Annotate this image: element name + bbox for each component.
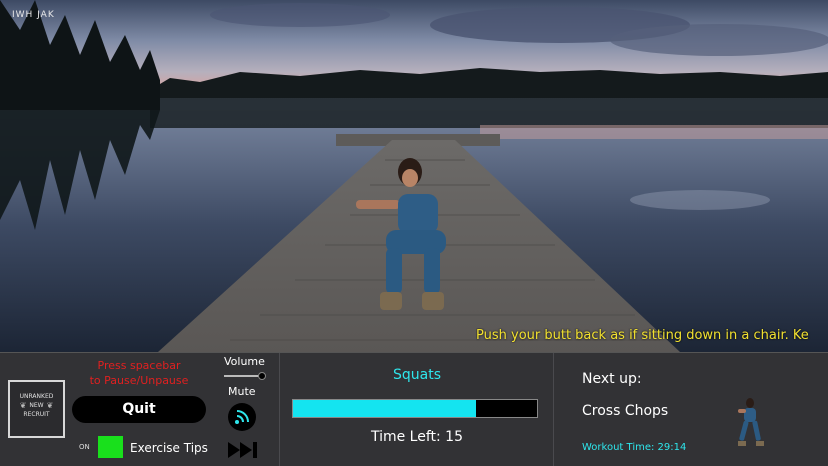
volume-slider-handle[interactable] xyxy=(258,372,266,380)
wing-right-icon: ❦ xyxy=(46,401,54,410)
rank-badge: UNRANKED ❦ NEW ❦ RECRUIT xyxy=(8,380,65,438)
workout-time: Workout Time: 29:14 xyxy=(582,442,687,453)
mute-button[interactable] xyxy=(228,403,256,431)
volume-label: Volume xyxy=(224,355,265,368)
next-exercise-panel: Next up: Cross Chops Workout Time: 29:14 xyxy=(554,353,828,466)
lake-dock-background xyxy=(0,0,828,352)
mute-label: Mute xyxy=(228,385,256,398)
sound-waves-icon xyxy=(235,410,249,424)
watermark: IWH JAK xyxy=(12,10,55,20)
current-exercise-panel: Squats Time Left: 15 xyxy=(280,353,554,466)
wing-left-icon: ❦ xyxy=(19,401,27,410)
hud-bar: UNRANKED ❦ NEW ❦ RECRUIT Press spacebar … xyxy=(0,352,828,466)
rank-line-3: RECRUIT xyxy=(23,411,50,418)
skip-exercise-button[interactable] xyxy=(226,440,260,460)
fast-forward-icon xyxy=(228,442,257,458)
exercise-tips-label: Exercise Tips xyxy=(130,441,208,455)
rank-line-1: UNRANKED xyxy=(19,393,54,400)
pause-hint: Press spacebar to Pause/Unpause xyxy=(74,358,204,388)
exercise-progress-bar xyxy=(292,399,538,418)
next-exercise-name: Cross Chops xyxy=(582,403,669,419)
pause-hint-line-1: Press spacebar xyxy=(97,359,181,372)
pause-hint-line-2: to Pause/Unpause xyxy=(89,374,189,387)
exercise-tip-ticker: Push your butt back as if sitting down i… xyxy=(476,328,809,343)
quit-button[interactable]: Quit xyxy=(72,396,206,423)
exercise-tips-toggle[interactable] xyxy=(98,436,123,458)
time-left: Time Left: 15 xyxy=(370,429,464,445)
exercise-progress-fill xyxy=(293,400,476,417)
current-exercise-name: Squats xyxy=(392,367,441,383)
next-up-label: Next up: xyxy=(582,371,642,387)
game-scene: IWH JAK Push your butt back as if sittin… xyxy=(0,0,828,352)
controls-panel: UNRANKED ❦ NEW ❦ RECRUIT Press spacebar … xyxy=(0,353,280,466)
next-exercise-preview xyxy=(738,398,764,446)
tips-state-label: ON xyxy=(79,443,90,451)
rank-line-2: NEW xyxy=(29,402,44,409)
